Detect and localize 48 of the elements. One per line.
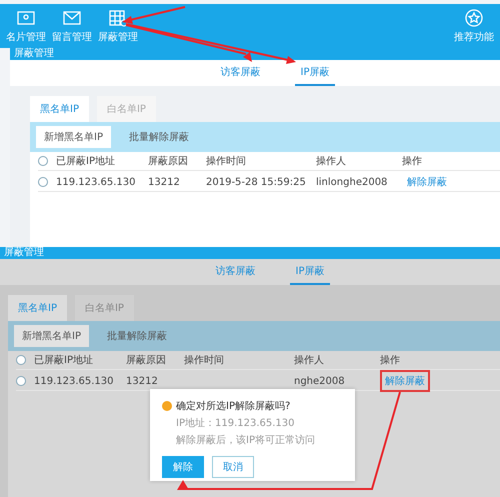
column-header: 已屏蔽IP地址: [34, 354, 94, 367]
batch-button[interactable]: 批量解除屏蔽: [120, 126, 197, 148]
checkbox[interactable]: [16, 355, 26, 365]
checkbox[interactable]: [38, 156, 48, 166]
tab[interactable]: IP屏蔽: [290, 259, 330, 285]
window-title: 屏蔽管理: [10, 48, 500, 60]
tab[interactable]: 访客屏蔽: [214, 60, 266, 86]
unblock-link[interactable]: 解除屏蔽: [402, 171, 452, 193]
table-cell-text: 119.123.65.130: [34, 376, 115, 386]
sub-tab[interactable]: 黑名单IP: [30, 96, 89, 122]
nav-item[interactable]: 留言管理: [52, 8, 92, 44]
column-header: 操作时间: [206, 154, 247, 168]
column-header: 操作时间: [184, 354, 225, 367]
column-header: 操作: [380, 354, 401, 367]
checkbox[interactable]: [38, 177, 48, 187]
table-cell-text: 13212: [126, 376, 159, 386]
column-header: 屏蔽原因: [148, 154, 189, 168]
nav-item[interactable]: 名片管理: [6, 8, 46, 44]
nav-item[interactable]: 推荐功能: [454, 8, 494, 44]
nav-item[interactable]: 屏蔽管理: [98, 8, 138, 44]
table-cell-text: nghe2008: [294, 376, 346, 386]
dialog-question: 确定对所选IP解除屏蔽吗?: [176, 400, 290, 413]
table-cell-text: 2019-5-28 15:59:25: [206, 176, 307, 188]
dialog-detail: 解除屏蔽后，该IP将可正常访问: [175, 434, 316, 447]
warning-icon: [162, 401, 172, 411]
table-cell-text: 119.123.65.130: [56, 176, 137, 188]
grid-icon: [108, 8, 128, 28]
table-cell-text: linlonghe2008: [316, 176, 388, 188]
column-header: 操作人: [316, 155, 347, 168]
checkbox[interactable]: [16, 376, 26, 386]
column-header: 屏蔽原因: [126, 354, 167, 367]
add-button[interactable]: 新增黑名单IP: [36, 126, 111, 148]
tab[interactable]: IP屏蔽: [294, 60, 336, 86]
dialog-detail: IP地址：119.123.65.130: [175, 416, 296, 430]
window-title: 屏蔽管理: [0, 247, 500, 259]
add-button[interactable]: 新增黑名单IP: [14, 325, 89, 347]
batch-button[interactable]: 批量解除屏蔽: [98, 325, 175, 347]
column-header: 已屏蔽IP地址: [56, 154, 116, 168]
sub-tab[interactable]: 白名单IP: [96, 96, 156, 122]
sub-tab[interactable]: 白名单IP: [74, 295, 134, 321]
sub-tab[interactable]: 黑名单IP: [8, 295, 67, 321]
column-header: 操作人: [294, 354, 325, 367]
table-cell-text: 13212: [148, 176, 181, 188]
column-header: 操作: [402, 155, 423, 168]
tab[interactable]: 访客屏蔽: [210, 259, 262, 285]
unblock-link[interactable]: 解除屏蔽: [380, 370, 430, 392]
cancel-button[interactable]: 取消: [212, 456, 254, 478]
unblock-button[interactable]: 解除: [162, 456, 204, 478]
